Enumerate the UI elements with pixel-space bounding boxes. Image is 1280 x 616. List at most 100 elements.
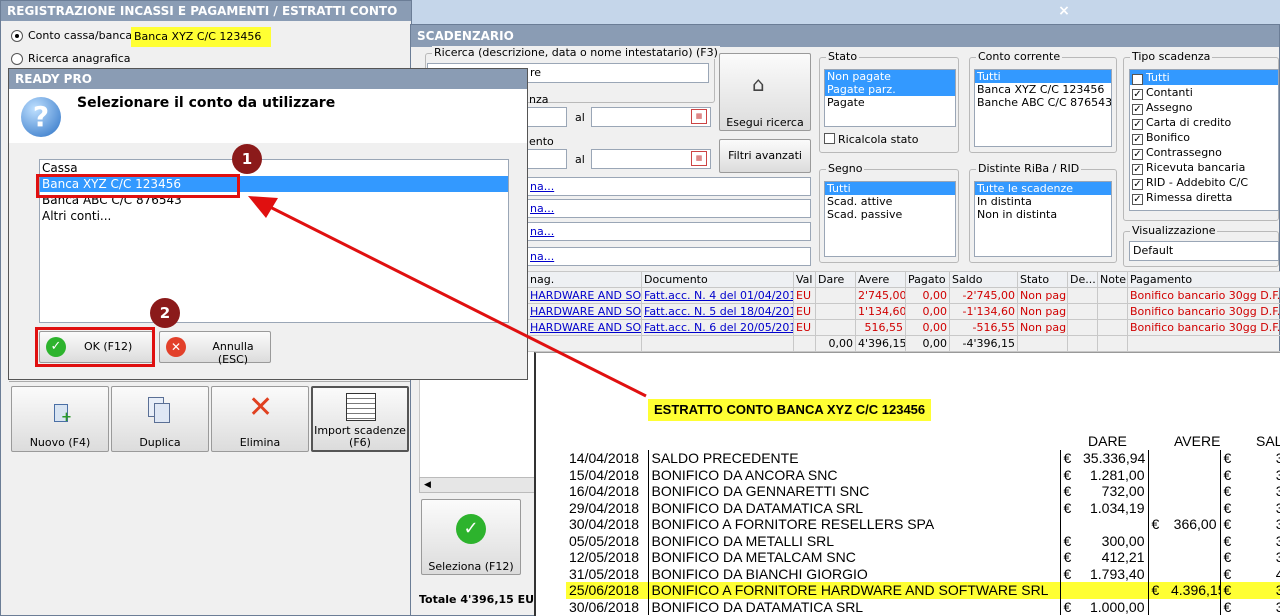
table-row: 31/05/2018 BONIFICO DA BIANCHI GIORGIO €1.… <box>566 565 1280 582</box>
ricalcola-box[interactable] <box>824 133 835 144</box>
tipo-item[interactable]: ✓ Rimessa diretta <box>1130 190 1278 205</box>
table-row: 16/04/2018 BONIFICO DA GENNARETTI SNC €732… <box>566 483 1280 500</box>
main-close-button[interactable]: × <box>1056 3 1072 19</box>
distinte-item[interactable]: In distinta <box>975 195 1111 208</box>
segno-item[interactable]: Tutti <box>825 182 955 195</box>
tipo-item[interactable]: ✓ Carta di credito <box>1130 115 1278 130</box>
step-marker-2: 2 <box>150 298 180 328</box>
statement-cell <box>1148 467 1168 484</box>
grid-col-header[interactable]: Dare <box>815 271 856 288</box>
link-row-4[interactable]: na... <box>527 247 811 266</box>
dialog-question: Selezionare il conto da utilizzare <box>77 95 336 111</box>
date-from-2[interactable] <box>527 149 567 169</box>
statement-title: ESTRATTO CONTO BANCA XYZ C/C 123456 <box>648 399 932 421</box>
col-avere-header: AVERE <box>1174 433 1221 449</box>
visual-label: Visualizzazione <box>1130 224 1218 237</box>
statement-cell <box>1148 533 1168 550</box>
statement-cell: 300,00 <box>1080 532 1149 549</box>
elimina-button[interactable]: ✕ Elimina <box>211 386 309 452</box>
table-row[interactable]: HARDWARE AND SO... Fatt.acc. N. 4 del 01/… <box>527 287 1280 304</box>
annulla-button[interactable]: ✕ Annulla (ESC) <box>159 331 271 366</box>
statement-cell: € <box>1059 598 1080 615</box>
stato-item[interactable]: Pagate <box>825 96 955 109</box>
tipo-item[interactable]: ✓ Contanti <box>1130 85 1278 100</box>
stato-item[interactable]: Pagate parz. <box>825 83 955 96</box>
segno-list[interactable]: Tutti Scad. attive Scad. passive <box>824 181 956 257</box>
conto-item[interactable]: Tutti <box>975 70 1111 83</box>
grid-col-header[interactable]: Documento <box>641 271 794 288</box>
seleziona-button[interactable]: ✓ Seleziona (F12) <box>421 499 521 575</box>
distinte-item[interactable]: Non in distinta <box>975 208 1111 221</box>
grid-col-header[interactable]: Pagamento <box>1127 271 1280 288</box>
tipo-item[interactable]: ✓ RID - Addebito C/C <box>1130 175 1278 190</box>
cancel-x-icon: ✕ <box>166 337 186 357</box>
distinte-item[interactable]: Tutte le scadenze <box>975 182 1111 195</box>
grid-header: nag. Documento Val Dare Avere Pagato Sal… <box>527 271 1280 288</box>
tipo-item[interactable]: ✓ Contrassegno <box>1130 145 1278 160</box>
statement-cell <box>1080 516 1149 533</box>
statement-cell <box>1168 483 1221 500</box>
statement-cell: 31/05/2018 <box>569 565 640 582</box>
statement-cell: 29/04/2018 <box>569 499 640 516</box>
import-label: Import scadenze (F6) <box>314 424 406 449</box>
radio-anagrafica[interactable]: Ricerca anagrafica <box>11 52 131 65</box>
date-from-1[interactable] <box>527 107 567 127</box>
link-row-3[interactable]: na... <box>527 222 811 241</box>
radio-conto[interactable]: Conto cassa/banca <box>11 29 132 42</box>
conto-value-field[interactable]: Banca XYZ C/C 123456 <box>131 27 271 47</box>
ricalcola-checkbox[interactable]: Ricalcola stato <box>824 133 918 146</box>
statement-cell: BONIFICO DA DATAMATICA SRL <box>647 598 1060 615</box>
filtri-avanzati-button[interactable]: Filtri avanzati <box>719 139 811 173</box>
esegui-ricerca-button[interactable]: ⌂ Esegui ricerca <box>719 53 811 131</box>
grid-col-header[interactable]: Note <box>1097 271 1128 288</box>
import-button[interactable]: Import scadenze (F6) <box>311 386 409 452</box>
duplica-button[interactable]: Duplica <box>111 386 209 452</box>
segno-item[interactable]: Scad. passive <box>825 208 955 221</box>
tipo-item[interactable]: ✓ Assegno <box>1130 100 1278 115</box>
statement-cell: 37.3 <box>1240 483 1280 500</box>
grid-col-header[interactable]: De... <box>1067 271 1098 288</box>
nuovo-button[interactable]: + Nuovo (F4) <box>11 386 109 452</box>
grid-col-header[interactable]: Pagato <box>905 271 950 288</box>
tipo-item[interactable]: ✓ Tutti <box>1130 70 1278 85</box>
horizontal-scrollbar[interactable]: ◀ <box>419 477 537 493</box>
conto-item[interactable]: Banca XYZ C/C 123456 <box>975 83 1111 96</box>
grid-totals-row: 0,00 4'396,15 0,00 -4'396,15 <box>527 335 1280 352</box>
conto-item[interactable]: Banche ABC C/C 876543 <box>975 96 1111 109</box>
statement-cell: 36.6 <box>1240 467 1280 484</box>
tipo-item[interactable]: ✓ Bonifico <box>1130 130 1278 145</box>
segno-item[interactable]: Scad. attive <box>825 195 955 208</box>
statement-cell: € <box>1059 549 1080 566</box>
spreadsheet-icon <box>346 393 376 421</box>
tipo-list[interactable]: ✓ Tutti ✓ Contanti ✓ Assegno ✓ Carta di cred… <box>1129 69 1279 211</box>
statement-cell: € <box>1223 582 1232 599</box>
radio-conto-dot[interactable] <box>11 30 23 42</box>
stato-item[interactable]: Non pagate <box>825 70 955 83</box>
conto-list[interactable]: Tutti Banca XYZ C/C 123456 Banche ABC C/… <box>974 69 1112 147</box>
scroll-left-icon[interactable]: ◀ <box>424 478 431 492</box>
table-row[interactable]: HARDWARE AND SO... Fatt.acc. N. 5 del 18/… <box>527 303 1280 320</box>
grid-col-header[interactable]: nag. <box>527 271 642 288</box>
table-row[interactable]: HARDWARE AND SO... Fatt.acc. N. 6 del 20/… <box>527 319 1280 336</box>
grid-col-header[interactable]: Stato <box>1017 271 1068 288</box>
list-item[interactable]: Altri conti... <box>40 208 508 224</box>
calendar-icon-2[interactable]: ▦ <box>691 151 707 166</box>
link-row-2[interactable]: na... <box>527 199 811 218</box>
statement-cell: BONIFICO DA METALLI SRL <box>647 532 1060 549</box>
stato-list[interactable]: Non pagate Pagate parz. Pagate <box>824 69 956 127</box>
statement-cell: SALDO PRECEDENTE <box>647 450 1060 467</box>
main-window-title: REGISTRAZIONE INCASSI E PAGAMENTI / ESTR… <box>1 1 411 21</box>
grid-col-header[interactable]: Saldo <box>949 271 1018 288</box>
nuovo-label: Nuovo (F4) <box>29 436 91 449</box>
highlight-box-bank-item <box>36 174 240 198</box>
radio-anagrafica-dot[interactable] <box>11 53 23 65</box>
statement-cell: € <box>1223 483 1232 500</box>
link-row-1[interactable]: na... <box>527 177 811 196</box>
distinte-list[interactable]: Tutte le scadenze In distinta Non in dis… <box>974 181 1112 257</box>
statement-cell: € <box>1059 532 1080 549</box>
visual-select[interactable]: Default <box>1129 241 1279 261</box>
grid-col-header[interactable]: Val <box>793 271 816 288</box>
tipo-item[interactable]: ✓ Ricevuta bancaria <box>1130 160 1278 175</box>
calendar-icon-1[interactable]: ▦ <box>691 109 707 124</box>
grid-col-header[interactable]: Avere <box>855 271 906 288</box>
